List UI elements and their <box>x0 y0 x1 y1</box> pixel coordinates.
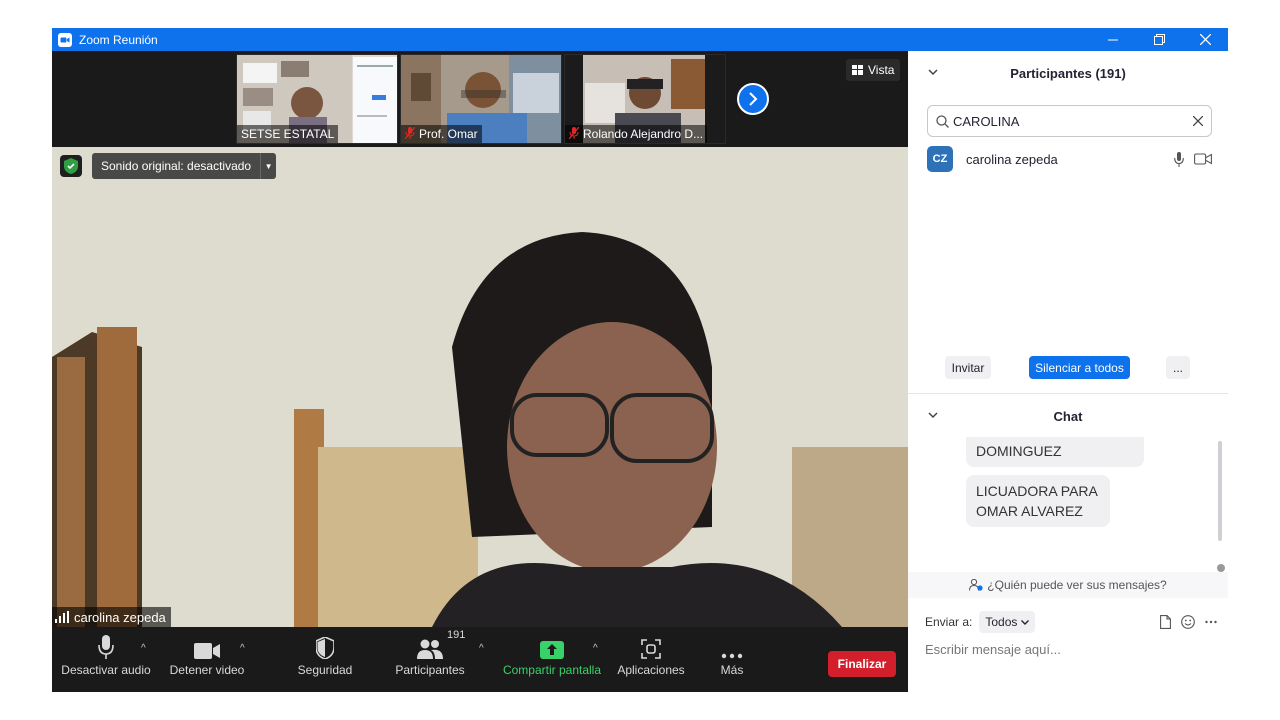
video-thumbnail[interactable]: Prof. Omar <box>400 54 562 144</box>
next-page-button[interactable] <box>737 83 769 115</box>
meeting-toolbar: Desactivar audio ^ Detener video ^ Segur… <box>52 627 908 692</box>
speaker-name-label: carolina zepeda <box>52 607 171 627</box>
send-to-row: Enviar a: Todos <box>925 610 1225 634</box>
chat-message: DOMINGUEZ <box>966 437 1144 467</box>
invite-button[interactable]: Invitar <box>945 356 991 379</box>
mute-audio-button[interactable]: Desactivar audio <box>60 627 152 692</box>
restore-button[interactable] <box>1136 28 1182 51</box>
mic-muted-icon <box>404 126 416 142</box>
zoom-window: Zoom Reunión SETSE ESTATAL Prof. Omar Ro… <box>52 28 1228 692</box>
chevron-down-icon[interactable]: ▼ <box>260 153 276 179</box>
encryption-shield-icon[interactable] <box>60 155 82 177</box>
recipient-dropdown[interactable]: Todos <box>979 611 1036 633</box>
people-icon: 191 <box>417 627 465 663</box>
close-window-button[interactable] <box>1182 28 1228 51</box>
window-title: Zoom Reunión <box>79 32 158 47</box>
more-button[interactable]: Más <box>708 627 756 692</box>
apps-icon <box>641 627 661 663</box>
meeting-area: SETSE ESTATAL Prof. Omar Rolando Alejand… <box>52 51 908 692</box>
signal-bars-icon <box>55 611 69 623</box>
chat-title: Chat <box>1053 408 1083 424</box>
video-camera-icon <box>194 627 220 663</box>
thumbnail-name: Prof. Omar <box>401 125 482 143</box>
panel-divider <box>908 393 1228 394</box>
chat-header: Chat <box>908 401 1228 431</box>
mic-muted-icon <box>568 126 580 142</box>
send-to-label: Enviar a: <box>925 615 973 629</box>
person-icon <box>969 579 983 591</box>
microphone-icon <box>98 627 114 663</box>
chevron-right-icon <box>749 92 758 106</box>
microphone-icon[interactable] <box>1174 151 1184 167</box>
video-thumbnail[interactable]: SETSE ESTATAL <box>236 54 398 144</box>
chat-message-input[interactable]: Escribir mensaje aquí... <box>925 637 1215 661</box>
emoji-icon[interactable] <box>1181 615 1195 629</box>
clear-search-icon[interactable] <box>1192 113 1204 129</box>
thumbnail-strip: SETSE ESTATAL Prof. Omar Rolando Alejand… <box>52 51 908 147</box>
avatar: CZ <box>927 146 953 172</box>
thumbnail-name: Rolando Alejandro D... <box>565 125 708 143</box>
participant-actions: Invitar Silenciar a todos ... <box>908 356 1228 380</box>
minimize-button[interactable] <box>1090 28 1136 51</box>
share-screen-icon <box>540 627 564 663</box>
audio-options-caret[interactable]: ^ <box>141 643 146 654</box>
title-bar: Zoom Reunión <box>52 28 1228 51</box>
thumbnail-name: SETSE ESTATAL <box>237 125 339 143</box>
scroll-handle[interactable] <box>1217 564 1225 572</box>
participants-header: Participantes (191) <box>908 51 1228 95</box>
grid-icon <box>852 65 863 75</box>
chat-message: LICUADORA PARA OMAR ALVAREZ <box>966 475 1110 527</box>
chevron-down-icon[interactable] <box>928 67 938 79</box>
apps-button[interactable]: Aplicaciones <box>614 627 688 692</box>
search-icon <box>936 114 949 128</box>
participants-button[interactable]: 191 Participantes <box>390 627 470 692</box>
share-screen-button[interactable]: Compartir pantalla <box>500 627 604 692</box>
active-speaker-video: Sonido original: desactivado ▼ carolina … <box>52 147 908 627</box>
video-options-caret[interactable]: ^ <box>240 643 245 654</box>
security-button[interactable]: Seguridad <box>290 627 360 692</box>
who-can-see-link[interactable]: ¿Quién puede ver sus mensajes? <box>908 572 1228 598</box>
side-panel: Participantes (191) CZ carolina zepeda I… <box>908 51 1228 692</box>
participant-search <box>927 105 1212 137</box>
chat-scrollbar[interactable] <box>1218 441 1222 541</box>
more-dots-icon <box>721 627 743 663</box>
mute-all-button[interactable]: Silenciar a todos <box>1029 356 1130 379</box>
video-thumbnail[interactable]: Rolando Alejandro D... <box>564 54 726 144</box>
chat-messages: DOMINGUEZ LICUADORA PARA OMAR ALVAREZ <box>908 437 1228 571</box>
file-icon[interactable] <box>1160 615 1171 629</box>
more-options-button[interactable]: ... <box>1166 356 1190 379</box>
chevron-down-icon <box>1021 619 1030 625</box>
search-input[interactable] <box>953 113 1189 129</box>
view-button[interactable]: Vista <box>846 59 901 81</box>
participants-options-caret[interactable]: ^ <box>479 643 484 654</box>
chevron-down-icon[interactable] <box>928 410 938 422</box>
zoom-icon <box>58 32 72 47</box>
shield-icon <box>316 627 334 663</box>
more-dots-icon[interactable] <box>1205 620 1217 624</box>
speaker-video-image <box>52 147 908 627</box>
participant-row[interactable]: CZ carolina zepeda <box>927 146 1212 172</box>
participant-name: carolina zepeda <box>966 151 1058 167</box>
participants-count: 191 <box>447 629 466 641</box>
stop-video-button[interactable]: Detener video <box>167 627 247 692</box>
end-meeting-button[interactable]: Finalizar <box>828 651 896 677</box>
original-sound-button[interactable]: Sonido original: desactivado ▼ <box>92 153 277 179</box>
share-options-caret[interactable]: ^ <box>593 643 598 654</box>
video-camera-icon[interactable] <box>1194 153 1212 165</box>
participants-title: Participantes (191) <box>1010 65 1126 81</box>
